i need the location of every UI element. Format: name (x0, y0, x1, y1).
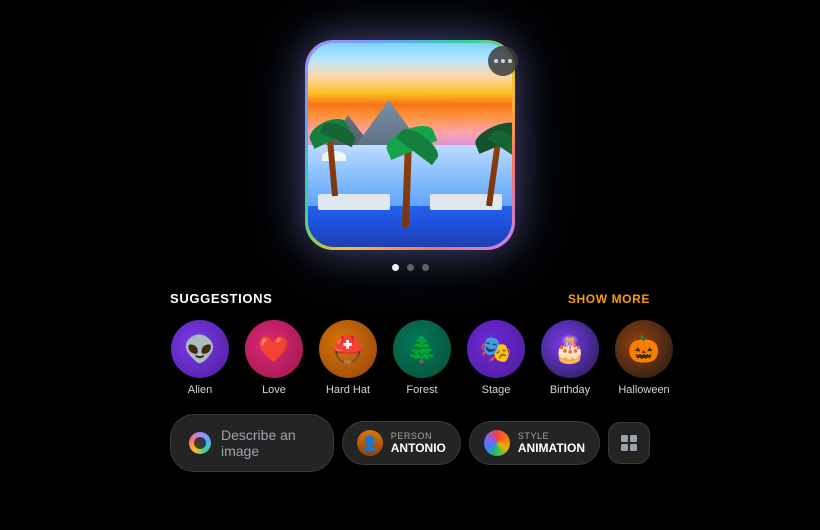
person-label-container: PERSON ANTONIO (391, 431, 446, 455)
suggestion-icon-love: ❤️ (245, 320, 303, 378)
page-dot-3[interactable] (422, 264, 429, 271)
suggestion-label-forest: Forest (406, 384, 437, 396)
describe-input[interactable]: Describe an image (170, 414, 334, 472)
suggestion-icon-alien: 👽 (171, 320, 229, 378)
suggestions-section: SUGGESTIONS SHOW MORE 👽 Alien ❤️ Love ⛑️ Hard… (0, 271, 820, 396)
show-more-button[interactable]: SHOW MORE (568, 292, 650, 306)
page-dot-1[interactable] (392, 264, 399, 271)
style-label-container: STYLE ANIMATION (518, 431, 585, 455)
bottom-toolbar: Describe an image 👤 PERSON ANTONIO STYLE… (0, 396, 820, 472)
image-inner (308, 43, 512, 247)
person-pill[interactable]: 👤 PERSON ANTONIO (342, 421, 461, 465)
suggestion-item-forest[interactable]: 🌲 Forest (392, 320, 452, 396)
suggestion-label-love: Love (262, 384, 286, 396)
scene (308, 43, 512, 247)
person-name: ANTONIO (391, 441, 446, 455)
suggestion-label-stage: Stage (482, 384, 511, 396)
suggestion-item-birthday[interactable]: 🎂 Birthday (540, 320, 600, 396)
person-avatar: 👤 (357, 430, 383, 456)
suggestion-item-stage[interactable]: 🎭 Stage (466, 320, 526, 396)
suggestion-item-alien[interactable]: 👽 Alien (170, 320, 230, 396)
person-sublabel: PERSON (391, 431, 446, 441)
suggestions-grid: 👽 Alien ❤️ Love ⛑️ Hard Hat 🌲 Forest 🎭 Stage 🎂 Birt… (170, 320, 650, 396)
dot2 (501, 59, 505, 63)
dot3 (508, 59, 512, 63)
suggestion-label-halloween: Halloween (618, 384, 669, 396)
suggestion-label-birthday: Birthday (550, 384, 590, 396)
image-frame (305, 40, 515, 250)
suggestions-title: SUGGESTIONS (170, 291, 273, 306)
image-select-button[interactable] (608, 422, 650, 464)
pool-edge-left (318, 194, 389, 210)
suggestion-icon-halloween: 🎃 (615, 320, 673, 378)
suggestion-label-hardhat: Hard Hat (326, 384, 370, 396)
suggestion-icon-birthday: 🎂 (541, 320, 599, 378)
style-name: ANIMATION (518, 441, 585, 455)
page-dot-2[interactable] (407, 264, 414, 271)
pagination (0, 264, 820, 271)
suggestion-label-alien: Alien (188, 384, 212, 396)
suggestion-icon-stage: 🎭 (467, 320, 525, 378)
describe-icon (189, 432, 211, 454)
image-select-icon (619, 433, 639, 453)
person-avatar-inner: 👤 (357, 430, 383, 456)
suggestion-icon-hardhat: ⛑️ (319, 320, 377, 378)
style-pill[interactable]: STYLE ANIMATION (469, 421, 600, 465)
dot1 (494, 59, 498, 63)
style-sublabel: STYLE (518, 431, 585, 441)
image-container (0, 0, 820, 250)
suggestion-item-hardhat[interactable]: ⛑️ Hard Hat (318, 320, 378, 396)
more-menu-button[interactable] (488, 46, 518, 76)
describe-placeholder: Describe an image (221, 427, 315, 459)
suggestion-item-halloween[interactable]: 🎃 Halloween (614, 320, 674, 396)
style-icon (484, 430, 510, 456)
suggestion-icon-forest: 🌲 (393, 320, 451, 378)
suggestion-item-love[interactable]: ❤️ Love (244, 320, 304, 396)
suggestions-header: SUGGESTIONS SHOW MORE (170, 291, 650, 306)
